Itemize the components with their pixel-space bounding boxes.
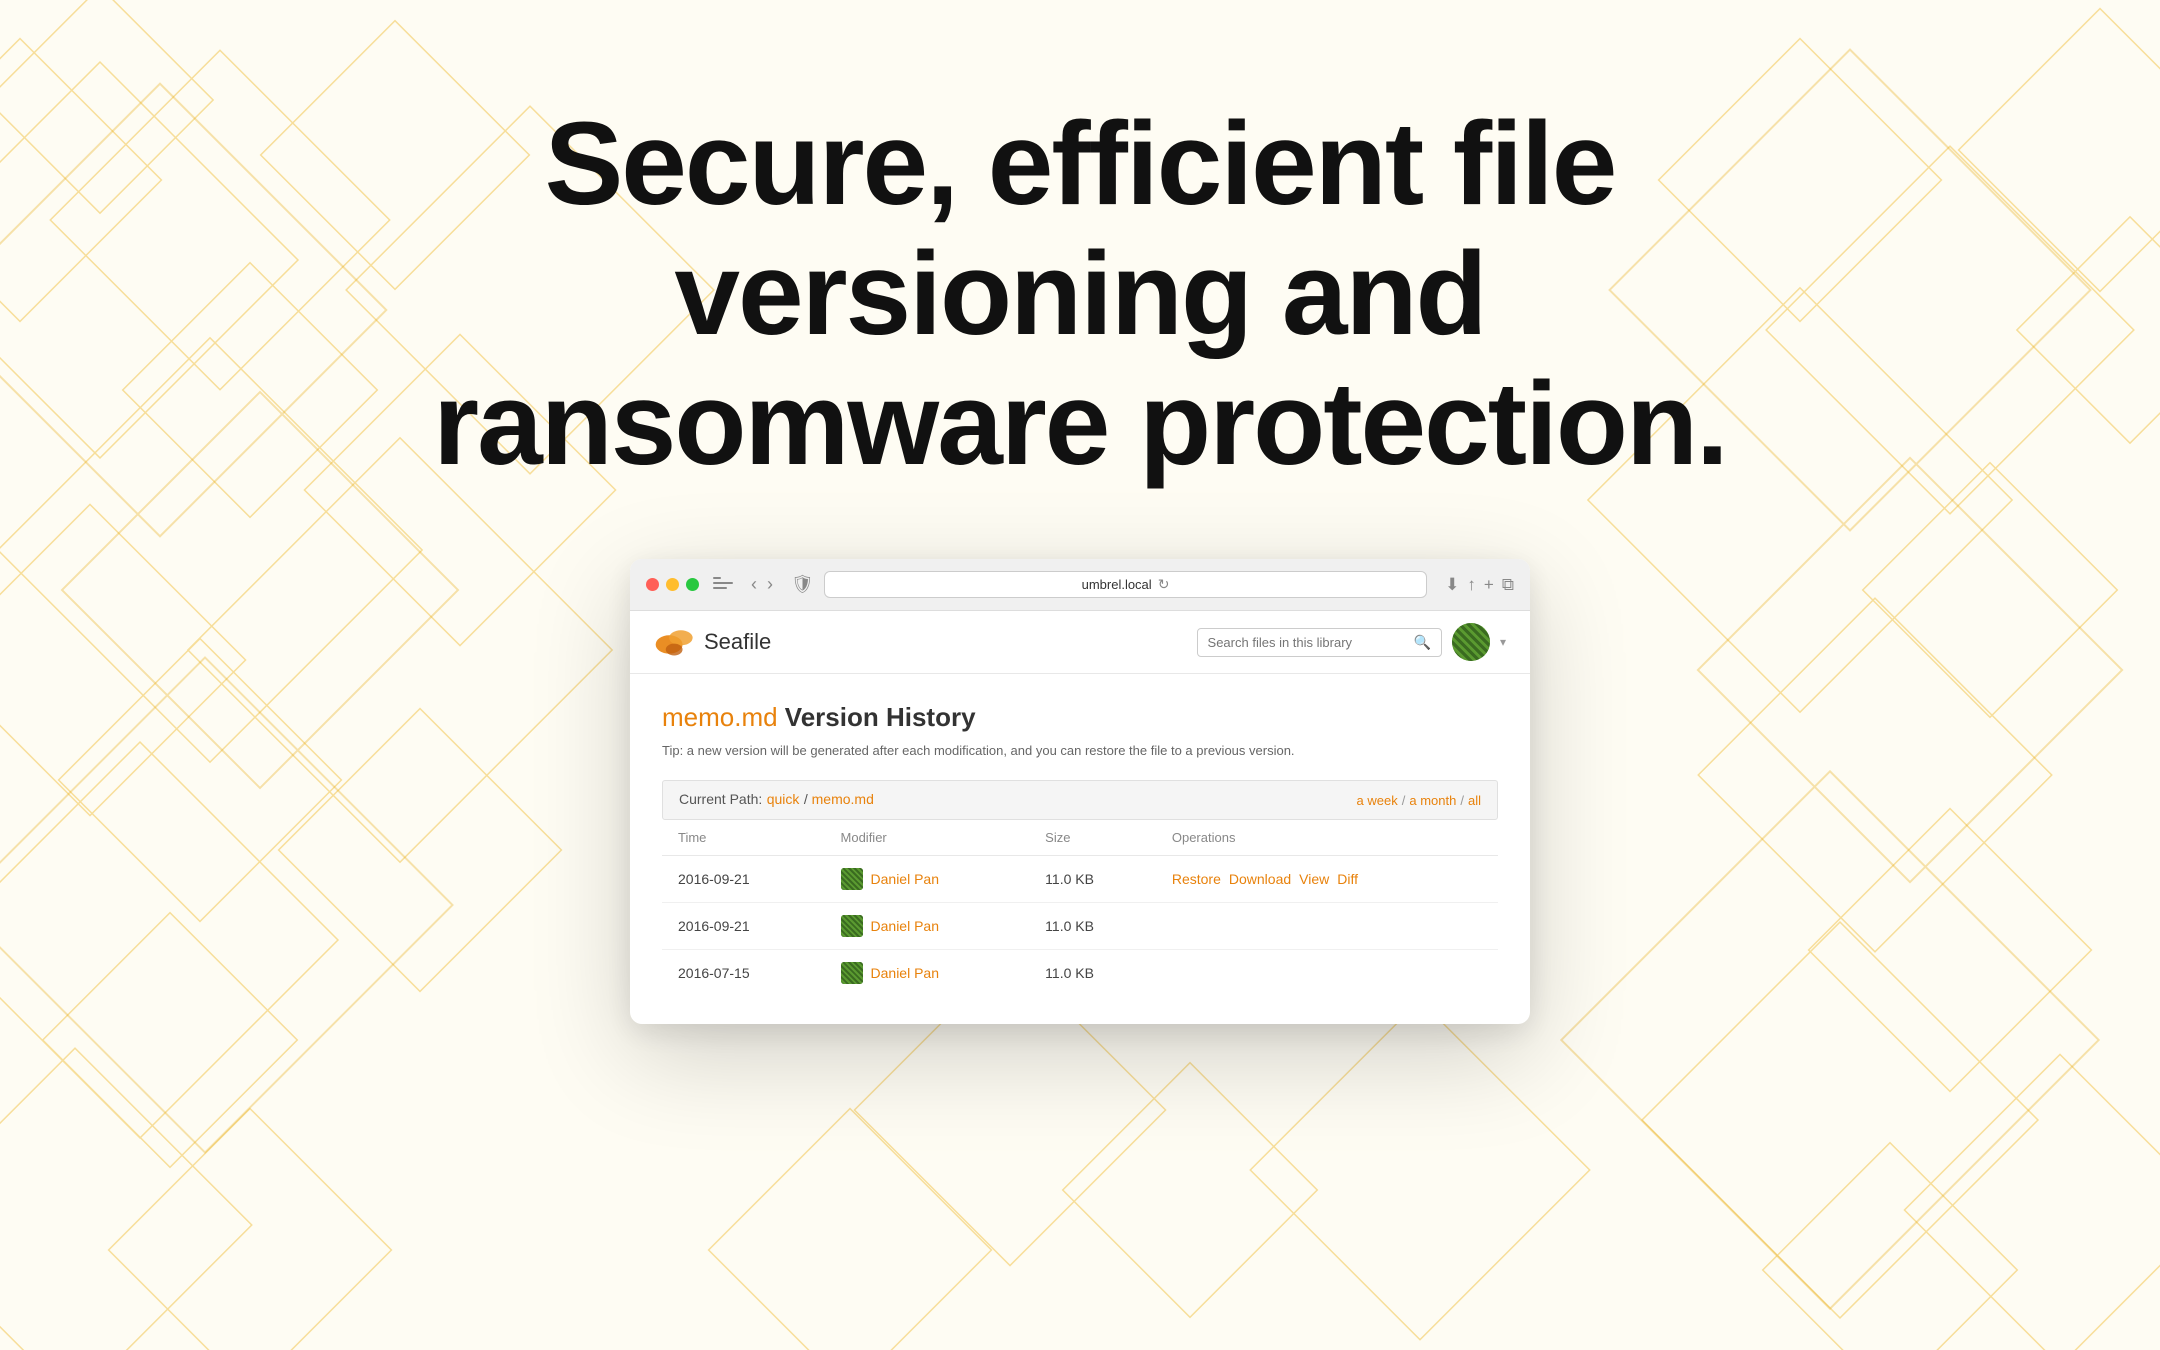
main-area: memo.md Version History Tip: a new versi… — [630, 674, 1530, 1024]
cell-time: 2016-09-21 — [662, 903, 825, 950]
col-header-operations: Operations — [1156, 820, 1498, 856]
share-button[interactable]: ↑ — [1467, 575, 1476, 595]
security-icon: 🛡 — [791, 574, 814, 595]
cell-size: 11.0 KB — [1029, 950, 1156, 997]
table-row: 2016-07-15 Daniel Pan 11.0 KB — [662, 950, 1498, 997]
modifier-name[interactable]: Daniel Pan — [871, 965, 940, 981]
path-file-link[interactable]: memo.md — [812, 791, 874, 807]
col-header-time: Time — [662, 820, 825, 856]
sidebar-toggle-line — [713, 577, 721, 579]
search-box[interactable]: 🔍 — [1197, 628, 1442, 657]
modifier-avatar — [841, 868, 863, 890]
path-bar: Current Path: quick / memo.md a week / a… — [662, 780, 1498, 820]
headline: Secure, efficient file versioning and ra… — [380, 100, 1780, 489]
path-label: Current Path: — [679, 791, 762, 807]
page-content: Secure, efficient file versioning and ra… — [0, 0, 2160, 1024]
browser-chrome: ‹ › 🛡 umbrel.local ↻ ⬇ ↑ + ⧉ — [630, 559, 1530, 611]
download-page-button[interactable]: ⬇ — [1445, 575, 1459, 595]
op-view-link[interactable]: View — [1299, 871, 1329, 887]
seafile-logo[interactable]: Seafile — [654, 626, 771, 658]
filter-all[interactable]: all — [1468, 793, 1481, 808]
browser-actions: ⬇ ↑ + ⧉ — [1445, 575, 1514, 595]
sidebar-toggle-line — [713, 582, 733, 584]
filter-week[interactable]: a week — [1357, 793, 1398, 808]
cell-time: 2016-09-21 — [662, 856, 825, 903]
app-header: Seafile 🔍 ▾ — [630, 611, 1530, 674]
headline-line2: ransomware protection. — [433, 358, 1727, 490]
seafile-brand-name: Seafile — [704, 629, 771, 655]
headline-text: Secure, efficient file versioning and ra… — [380, 100, 1780, 489]
col-header-size: Size — [1029, 820, 1156, 856]
back-button[interactable]: ‹ — [747, 574, 761, 595]
tip-text: Tip: a new version will be generated aft… — [662, 743, 1498, 758]
search-input[interactable] — [1208, 635, 1408, 650]
user-menu-dropdown-icon[interactable]: ▾ — [1500, 635, 1506, 649]
headline-line1: Secure, efficient file versioning and — [545, 98, 1616, 360]
time-filters: a week / a month / all — [1357, 793, 1481, 808]
modifier-avatar — [841, 915, 863, 937]
sidebar-toggle-button[interactable] — [713, 577, 733, 593]
cell-size: 11.0 KB — [1029, 903, 1156, 950]
close-button[interactable] — [646, 578, 659, 591]
op-diff-link[interactable]: Diff — [1337, 871, 1358, 887]
search-icon[interactable]: 🔍 — [1414, 634, 1431, 651]
seafile-logo-icon — [654, 626, 696, 658]
url-text: umbrel.local — [1082, 577, 1152, 592]
cell-modifier: Daniel Pan — [825, 856, 1030, 903]
url-bar[interactable]: umbrel.local ↻ — [824, 571, 1427, 598]
col-header-modifier: Modifier — [825, 820, 1030, 856]
op-restore-link[interactable]: Restore — [1172, 871, 1221, 887]
maximize-button[interactable] — [686, 578, 699, 591]
nav-buttons: ‹ › — [747, 574, 777, 595]
filter-separator1: / — [1402, 793, 1406, 808]
minimize-button[interactable] — [666, 578, 679, 591]
cell-operations: Restore Download View Diff — [1156, 856, 1498, 903]
filename-part: memo.md — [662, 702, 778, 732]
table-row: 2016-09-21 Daniel Pan 11.0 KB Restore Down… — [662, 856, 1498, 903]
reload-button[interactable]: ↻ — [1158, 576, 1170, 593]
modifier-avatar — [841, 962, 863, 984]
traffic-lights — [646, 578, 699, 591]
user-avatar[interactable] — [1452, 623, 1490, 661]
forward-button[interactable]: › — [763, 574, 777, 595]
sidebar-toggle-line — [713, 587, 727, 589]
filter-separator2: / — [1460, 793, 1464, 808]
path-separator: / — [804, 791, 812, 807]
browser-window: ‹ › 🛡 umbrel.local ↻ ⬇ ↑ + ⧉ — [630, 559, 1530, 1024]
filter-month[interactable]: a month — [1409, 793, 1456, 808]
page-title: memo.md Version History — [662, 702, 1498, 733]
cell-operations — [1156, 950, 1498, 997]
modifier-name[interactable]: Daniel Pan — [871, 918, 940, 934]
cell-size: 11.0 KB — [1029, 856, 1156, 903]
cell-modifier: Daniel Pan — [825, 903, 1030, 950]
cell-time: 2016-07-15 — [662, 950, 825, 997]
app-content: Seafile 🔍 ▾ memo.md — [630, 611, 1530, 1024]
header-right: 🔍 ▾ — [1197, 623, 1506, 661]
path-folder-link[interactable]: quick — [767, 791, 800, 807]
op-download-link[interactable]: Download — [1229, 871, 1291, 887]
tab-overview-button[interactable]: ⧉ — [1502, 575, 1514, 595]
title-rest: Version History — [778, 702, 976, 732]
cell-modifier: Daniel Pan — [825, 950, 1030, 997]
version-table: Time Modifier Size Operations 2016-09-21… — [662, 820, 1498, 996]
table-header-row: Time Modifier Size Operations — [662, 820, 1498, 856]
modifier-name[interactable]: Daniel Pan — [871, 871, 940, 887]
current-path: Current Path: quick / memo.md — [679, 791, 874, 809]
cell-operations — [1156, 903, 1498, 950]
new-tab-button[interactable]: + — [1484, 575, 1494, 595]
table-row: 2016-09-21 Daniel Pan 11.0 KB — [662, 903, 1498, 950]
